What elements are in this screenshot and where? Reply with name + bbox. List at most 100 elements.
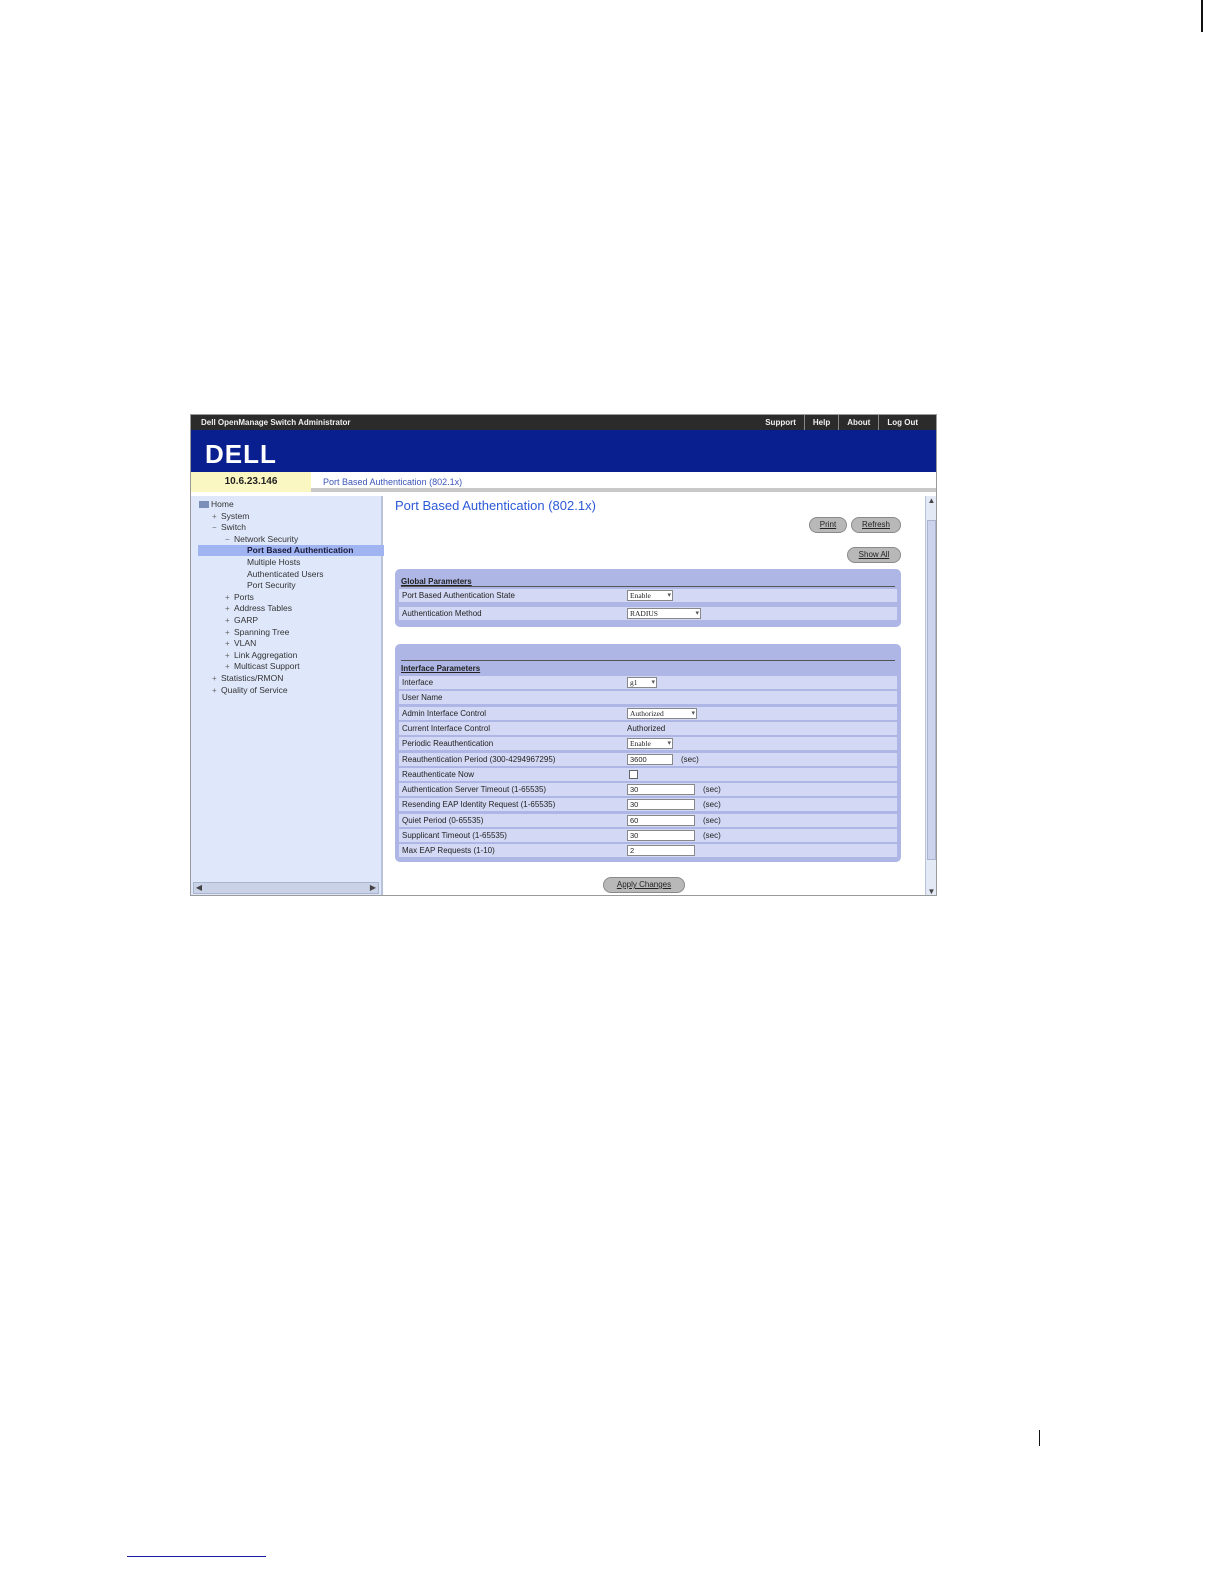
help-link[interactable]: Help — [803, 415, 838, 430]
sidebar-item[interactable]: + Multicast Support — [225, 661, 300, 672]
about-link[interactable]: About — [838, 415, 878, 430]
parameter-label: User Name — [402, 693, 443, 703]
parameter-label: Reauthentication Period (300-4294967295) — [402, 754, 556, 764]
tree-toggle[interactable]: + — [225, 638, 234, 649]
breadcrumb[interactable]: Port Based Authentication (802.1x) — [323, 472, 462, 492]
select-value: Authorized — [630, 708, 664, 718]
main-vertical-scrollbar[interactable]: ▲ ▼ — [925, 496, 936, 895]
sidebar-item[interactable]: + Ports — [225, 592, 254, 603]
top-bar: Dell OpenManage Switch Administrator Sup… — [191, 415, 936, 430]
parameter-row: Port Based Authentication State Enable ▾ — [399, 589, 897, 602]
reauthenticate-checkbox[interactable] — [629, 769, 638, 779]
support-link[interactable]: Support — [757, 415, 804, 430]
parameter-input[interactable]: 30 — [627, 799, 695, 811]
sidebar-item[interactable]: Home — [199, 499, 234, 510]
tree-toggle[interactable]: − — [225, 534, 234, 545]
tree-toggle[interactable]: + — [225, 592, 234, 603]
sidebar-item[interactable]: Port Based Authentication — [198, 545, 384, 557]
divider — [401, 586, 895, 587]
parameter-label: Supplicant Timeout (1-65535) — [402, 831, 507, 840]
parameter-label: Authentication Server Timeout (1-65535) — [402, 785, 547, 795]
parameter-row: Max EAP Requests (1-10) 2 — [399, 844, 897, 858]
sidebar-item-label: Home — [211, 499, 234, 509]
parameter-select[interactable]: g1 ▾ — [627, 677, 657, 688]
arrow-right-icon[interactable]: ▶ — [368, 883, 378, 893]
unit-label: (sec) — [703, 831, 721, 840]
page-edge-line — [1201, 0, 1203, 32]
parameter-input[interactable]: 60 — [627, 814, 695, 826]
sidebar-item[interactable]: Multiple Hosts — [238, 557, 300, 568]
sidebar-item-label: Quality of Service — [221, 684, 288, 695]
parameter-input[interactable]: 30 — [627, 830, 695, 841]
select-value: Enable — [630, 739, 651, 749]
select-value: RADIUS — [630, 609, 658, 618]
arrow-up-icon[interactable]: ▲ — [926, 496, 936, 506]
parameter-row: Reauthentication Period (300-4294967295)… — [399, 752, 897, 766]
tree-toggle[interactable]: + — [225, 603, 234, 614]
sidebar-item[interactable]: + Quality of Service — [212, 685, 288, 696]
parameter-row: Supplicant Timeout (1-65535) 30 (sec) — [399, 829, 897, 842]
sidebar-item-label: System — [221, 510, 250, 521]
tree-toggle[interactable]: + — [212, 685, 221, 696]
sidebar-item[interactable]: + Statistics/RMON — [212, 673, 283, 684]
parameter-row: Current Interface Control Authorized — [399, 721, 897, 735]
arrow-down-icon[interactable]: ▼ — [926, 887, 936, 895]
parameter-input[interactable]: 2 — [627, 845, 695, 857]
print-button[interactable]: Print — [809, 517, 847, 533]
sidebar-item[interactable]: + GARP — [225, 615, 258, 626]
refresh-button[interactable]: Refresh — [851, 517, 901, 533]
parameter-row: User Name — [399, 691, 897, 705]
parameter-label: Periodic Reauthentication — [402, 739, 494, 749]
parameter-value: Authorized — [627, 723, 666, 733]
parameter-input[interactable]: 30 — [627, 784, 695, 796]
sidebar-item[interactable]: − Network Security — [225, 534, 298, 545]
sidebar-item[interactable]: Authenticated Users — [238, 569, 324, 580]
tree-toggle[interactable]: + — [225, 627, 234, 638]
parameter-label: Port Based Authentication State — [402, 591, 515, 600]
sidebar-item-label: Port Based Authentication — [247, 545, 354, 556]
parameter-select[interactable]: Enable ▾ — [627, 738, 673, 750]
sidebar-item[interactable]: + Link Aggregation — [225, 650, 297, 661]
unit-label: (sec) — [703, 815, 721, 825]
tree-toggle[interactable]: + — [225, 650, 234, 661]
chevron-down-icon: ▾ — [691, 708, 695, 717]
show-all-button[interactable]: Show All — [847, 547, 901, 563]
tree-toggle[interactable]: + — [212, 673, 221, 684]
apply-changes-button[interactable]: Apply Changes — [603, 877, 685, 893]
home-icon — [199, 501, 209, 509]
logout-link[interactable]: Log Out — [878, 415, 926, 430]
arrow-left-icon[interactable]: ◀ — [194, 883, 204, 893]
select-value: Enable — [630, 591, 651, 600]
parameter-label: Current Interface Control — [402, 723, 491, 733]
sidebar-item-label: Switch — [221, 522, 247, 533]
chevron-down-icon: ▾ — [667, 591, 671, 599]
tree-toggle[interactable]: + — [225, 661, 234, 672]
unit-label: (sec) — [703, 785, 721, 795]
interface-parameters-title: Interface Parameters — [401, 664, 481, 673]
unit-label: (sec) — [681, 754, 699, 764]
scrollbar-thumb[interactable] — [927, 520, 936, 860]
global-parameters-panel: Global Parameters Port Based Authenticat… — [395, 569, 901, 627]
sidebar-item[interactable]: + VLAN — [225, 638, 256, 649]
sidebar-item-label: Network Security — [234, 533, 299, 544]
app-title: Dell OpenManage Switch Administrator — [201, 418, 351, 427]
parameter-input[interactable]: 3600 — [627, 753, 673, 765]
parameter-row: Authentication Server Timeout (1-65535) 3… — [399, 783, 897, 797]
parameter-select[interactable]: Authorized ▾ — [627, 707, 697, 719]
sidebar-item[interactable]: Port Security — [238, 580, 296, 591]
parameter-label: Resending EAP Identity Request (1-65535) — [402, 800, 556, 810]
parameter-select[interactable]: Enable ▾ — [627, 590, 673, 601]
tree-toggle[interactable]: + — [212, 511, 221, 522]
sidebar-horizontal-scrollbar[interactable]: ◀ ▶ — [193, 882, 379, 894]
tree-toggle[interactable]: + — [225, 615, 234, 626]
chevron-down-icon: ▾ — [695, 609, 699, 617]
sidebar-item[interactable]: + System — [212, 511, 249, 522]
parameter-label: Reauthenticate Now — [402, 769, 475, 779]
page-title: Port Based Authentication (802.1x) — [395, 498, 596, 513]
tree-toggle[interactable]: − — [212, 522, 221, 533]
parameter-select[interactable]: RADIUS ▾ — [627, 608, 701, 619]
sidebar-item[interactable]: − Switch — [212, 522, 246, 533]
parameter-row: Resending EAP Identity Request (1-65535)… — [399, 798, 897, 812]
sidebar-item[interactable]: + Spanning Tree — [225, 627, 289, 638]
sidebar-item[interactable]: + Address Tables — [225, 603, 292, 614]
